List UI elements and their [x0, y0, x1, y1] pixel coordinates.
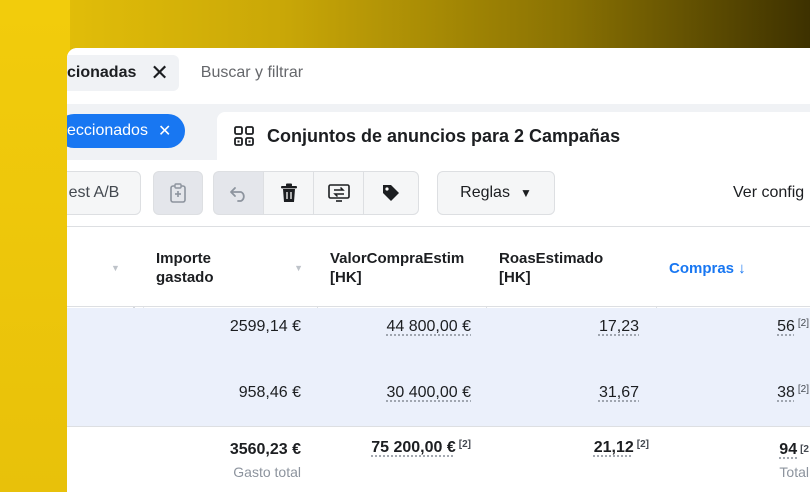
- undo-icon: [229, 184, 249, 202]
- total-importe-caption: Gasto total: [230, 461, 301, 483]
- compras-value: 56: [777, 318, 795, 335]
- cell-valor[interactable]: 30 400,00 €: [386, 384, 471, 402]
- header-roas[interactable]: RoasEstimado [HK]: [487, 227, 656, 306]
- total-valor[interactable]: 75 200,00 € [2]: [371, 439, 471, 457]
- tab-ad-sets[interactable]: Conjuntos de anuncios para 2 Campañas: [217, 112, 810, 160]
- footnote-marker: [2: [800, 444, 809, 455]
- delete-button[interactable]: [263, 171, 313, 215]
- cell-compras[interactable]: 56 [2]: [777, 318, 809, 336]
- tab-row: eccionados ✕ Conjuntos de anuncios para …: [67, 104, 810, 160]
- data-table: ▼ Importe gastado ▼ ValorCompraEstim [HK…: [67, 226, 810, 492]
- background-left-stripe: [0, 0, 70, 492]
- undo-button[interactable]: [213, 171, 263, 215]
- caret-down-icon: ▼: [520, 186, 532, 200]
- footnote-marker: [2]: [459, 439, 471, 450]
- rules-label: Reglas: [460, 184, 510, 202]
- total-valor-value: 75 200,00 €: [371, 439, 456, 456]
- footnote-marker: [2]: [798, 384, 809, 395]
- total-roas[interactable]: 21,12 [2]: [594, 439, 649, 457]
- compras-value: 38: [777, 384, 795, 401]
- totals-row: 3560,23 € Gasto total 75 200,00 € [2] 21,…: [67, 426, 810, 492]
- sort-caret-icon[interactable]: ▼: [294, 263, 303, 273]
- header-label: RoasEstimado [HK]: [499, 249, 603, 287]
- table-header: ▼ Importe gastado ▼ ValorCompraEstim [HK…: [67, 227, 810, 307]
- cell-importe: 2599,14 €: [230, 318, 301, 336]
- header-label: ValorCompraEstim [HK]: [330, 249, 464, 287]
- header-label: Importe gastado: [156, 249, 214, 287]
- table-row[interactable]: 2599,14 € 44 800,00 € 17,23 56 [2]: [67, 308, 810, 366]
- total-roas-value: 21,12: [594, 439, 634, 456]
- cell-roas[interactable]: 31,67: [599, 384, 639, 402]
- cell-valor[interactable]: 44 800,00 €: [386, 318, 471, 336]
- total-compras-caption: Total: [779, 461, 809, 483]
- total-compras-value: 94: [779, 441, 797, 458]
- header-label: Compras ↓: [669, 259, 746, 278]
- close-icon[interactable]: ✕: [158, 121, 171, 141]
- selected-filter-pill[interactable]: eccionados ✕: [67, 114, 185, 148]
- tag-button[interactable]: [363, 171, 419, 215]
- header-compras[interactable]: Compras ↓ ▼: [657, 227, 810, 306]
- ab-test-button[interactable]: [313, 171, 363, 215]
- cell-importe: 958,46 €: [239, 384, 301, 402]
- rules-dropdown[interactable]: Reglas ▼: [437, 171, 555, 215]
- search-filter-input[interactable]: Buscar y filtrar: [201, 64, 303, 82]
- trash-icon: [280, 183, 298, 203]
- total-compras: 94 [2 Total: [779, 439, 809, 483]
- filter-bar: cionadas ✕ Buscar y filtrar: [67, 48, 810, 98]
- clipboard-icon: [169, 183, 187, 203]
- table-row[interactable]: 958,46 € 30 400,00 € 31,67 38 [2]: [67, 366, 810, 426]
- filter-chip-label: cionadas: [67, 64, 136, 82]
- header-importe[interactable]: Importe gastado ▼: [144, 227, 317, 306]
- footnote-marker: [2]: [637, 439, 649, 450]
- tab-label: Conjuntos de anuncios para 2 Campañas: [267, 126, 620, 147]
- ad-sets-grid-icon: [233, 125, 255, 147]
- filter-chip[interactable]: cionadas ✕: [67, 55, 179, 91]
- total-importe-value: 3560,23 €: [230, 439, 301, 461]
- sort-caret-icon[interactable]: ▼: [111, 263, 120, 273]
- view-config-link[interactable]: Ver config: [733, 184, 804, 202]
- total-importe: 3560,23 € Gasto total: [230, 439, 301, 483]
- test-ab-button[interactable]: est A/B: [67, 171, 141, 215]
- cell-compras[interactable]: 38 [2]: [777, 384, 809, 402]
- cell-roas[interactable]: 17,23: [599, 318, 639, 336]
- swap-icon: [328, 183, 350, 203]
- header-valor[interactable]: ValorCompraEstim [HK]: [318, 227, 486, 306]
- selected-pill-label: eccionados: [67, 122, 148, 140]
- clipboard-button[interactable]: [153, 171, 203, 215]
- footnote-marker: [2]: [798, 318, 809, 329]
- toolbar: est A/B Reglas ▼ Ver config: [67, 160, 810, 226]
- close-icon[interactable]: ✕: [150, 62, 168, 84]
- ads-manager-panel: cionadas ✕ Buscar y filtrar eccionados ✕…: [67, 48, 810, 492]
- tag-icon: [381, 183, 401, 203]
